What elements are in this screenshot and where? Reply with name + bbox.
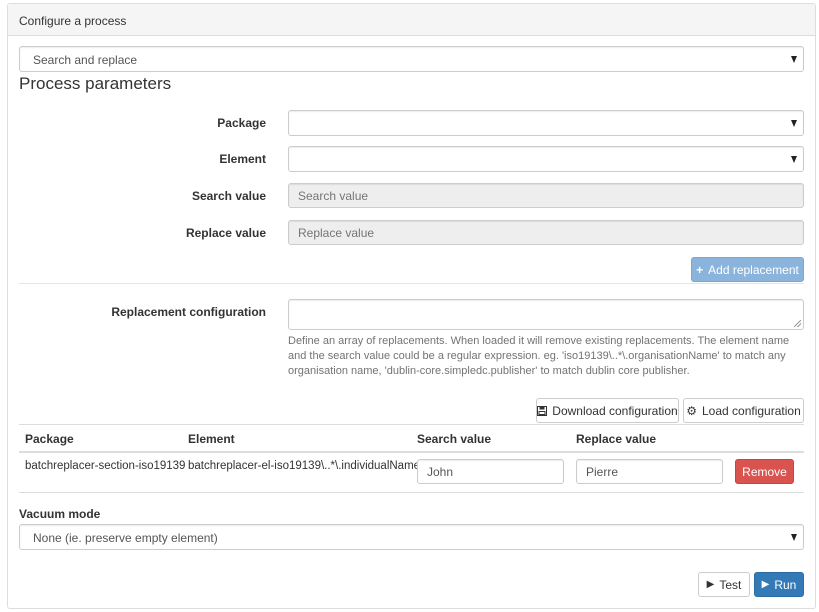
replace-value-label: Replace value xyxy=(185,226,266,240)
panel-title: Configure a process xyxy=(19,14,127,28)
row-search-input[interactable] xyxy=(417,459,564,484)
table-top-border xyxy=(19,424,804,425)
replacement-configuration-label: Replacement configuration xyxy=(111,305,266,319)
vacuum-mode-select[interactable]: None (ie. preserve empty element) xyxy=(19,524,804,550)
process-parameters-title: Process parameters xyxy=(19,74,172,93)
load-configuration-label: Load configuration xyxy=(702,403,801,418)
remove-label: Remove xyxy=(742,464,787,479)
gear-icon: ⚙ xyxy=(686,403,697,418)
chevron-down-icon xyxy=(791,120,797,127)
table-header-element: Element xyxy=(188,432,235,446)
download-configuration-button[interactable]: Download configuration xyxy=(536,398,679,423)
divider xyxy=(19,283,804,284)
replacement-configuration-help: Define an array of replacements. When lo… xyxy=(288,335,790,377)
run-label: Run xyxy=(774,577,797,592)
play-icon: ▶ xyxy=(706,579,715,590)
row-replace-input[interactable] xyxy=(576,459,723,484)
replacement-configuration-textarea[interactable] xyxy=(288,299,804,330)
replace-value-input[interactable] xyxy=(288,220,804,245)
table-header-border xyxy=(19,451,804,453)
plus-icon: + xyxy=(696,262,704,277)
package-select[interactable] xyxy=(288,110,804,136)
vacuum-mode-value: None (ie. preserve empty element) xyxy=(33,531,218,545)
row-package: batchreplacer-section-iso19139 xyxy=(25,460,186,472)
vacuum-mode-label: Vacuum mode xyxy=(19,507,101,521)
download-configuration-label: Download configuration xyxy=(552,403,678,418)
search-value-label: Search value xyxy=(191,189,266,203)
run-button[interactable]: ▶ Run xyxy=(754,572,804,597)
process-select[interactable]: Search and replace xyxy=(19,46,804,72)
load-configuration-button[interactable]: ⚙ Load configuration xyxy=(683,398,804,423)
process-select-value: Search and replace xyxy=(33,53,138,67)
test-label: Test xyxy=(719,577,742,592)
table-header-search-value: Search value xyxy=(417,432,492,446)
element-select[interactable] xyxy=(288,146,804,172)
table-bottom-border xyxy=(19,492,804,493)
chevron-down-icon xyxy=(791,56,797,63)
table-header-package: Package xyxy=(25,432,74,446)
search-value-input[interactable] xyxy=(288,183,804,208)
row-element: batchreplacer-el-iso19139\..*\.individua… xyxy=(188,460,421,472)
resize-grip-icon[interactable] xyxy=(794,320,801,327)
chevron-down-icon xyxy=(791,156,797,163)
remove-button[interactable]: Remove xyxy=(735,459,794,484)
element-label: Element xyxy=(219,152,266,166)
panel-heading: Configure a process xyxy=(8,4,815,36)
table-header-replace-value: Replace value xyxy=(576,432,657,446)
save-icon xyxy=(537,405,548,416)
package-label: Package xyxy=(217,116,266,130)
chevron-down-icon xyxy=(791,534,797,541)
add-replacement-button[interactable]: + Add replacement xyxy=(691,257,804,282)
play-icon: ▶ xyxy=(761,579,770,590)
test-button[interactable]: ▶ Test xyxy=(698,572,750,597)
add-replacement-label: Add replacement xyxy=(708,262,799,277)
